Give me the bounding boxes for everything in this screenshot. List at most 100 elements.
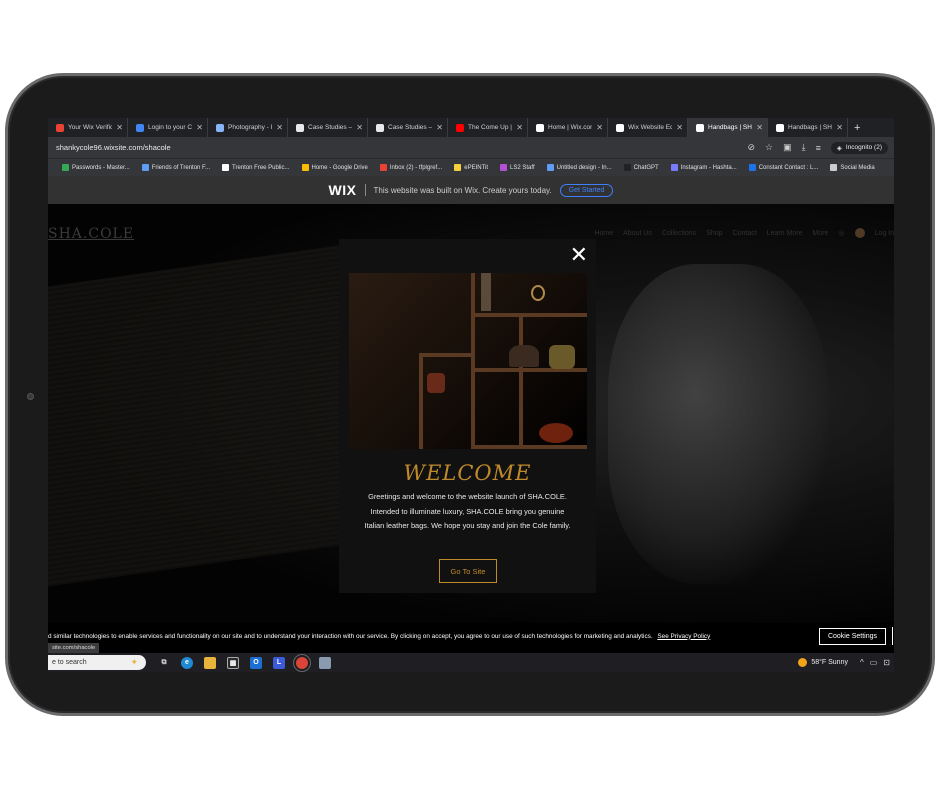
chrome-icon[interactable]	[293, 653, 311, 672]
modal-message: Greetings and welcome to the website lau…	[364, 492, 571, 530]
close-tab-icon[interactable]: ✕	[116, 123, 123, 132]
browser-tab[interactable]: The Come Up | ✕	[448, 118, 528, 137]
store-icon[interactable]: ▦	[227, 656, 239, 669]
browser-tab[interactable]: Photography - I ✕	[208, 118, 288, 137]
tab-label: Wix Website Ed	[628, 124, 673, 131]
bookmark-label: ePEINTit	[464, 164, 489, 171]
sun-icon	[798, 658, 808, 667]
taskbar-search[interactable]: e to search ✦	[48, 655, 146, 670]
bookmark-label: ChatGPT	[633, 164, 659, 171]
modal-title: WELCOME	[403, 461, 532, 485]
task-view-icon[interactable]: ⧉	[158, 657, 170, 669]
bookmark-label: Instagram - Hashta...	[680, 164, 737, 171]
screen: Your Wix Verific ✕ Login to your C ✕ Photogr…	[48, 118, 894, 672]
tab-label: Case Studies —	[308, 124, 353, 131]
bookmark-item[interactable]: Friends of Trenton F...	[141, 164, 210, 171]
download-icon[interactable]: ⤓	[802, 142, 806, 153]
close-tab-icon[interactable]: ✕	[596, 123, 603, 132]
bookmark-item[interactable]: ePEINTit	[454, 164, 488, 171]
close-tab-icon[interactable]: ✕	[676, 123, 683, 132]
cookie-settings-button[interactable]: Cookie Settings	[818, 627, 886, 645]
bookmark-item[interactable]: Inbox (2) - tfplgref...	[379, 164, 443, 171]
tab-label: Photography - I	[228, 124, 273, 131]
close-tab-icon[interactable]: ✕	[276, 123, 283, 132]
bookmark-label: Trenton Free Public...	[232, 164, 290, 171]
taskbar: e to search ✦ ⧉ e ▦ O L 58°F Sunny ^ ▭ ⊡	[48, 653, 894, 672]
browser-tab[interactable]: Your Wix Verific ✕	[48, 118, 128, 137]
dash-icon	[296, 123, 304, 132]
bookmark-item[interactable]: LS2 Staff	[500, 164, 535, 171]
wix-logo[interactable]: WIX	[329, 182, 357, 198]
bookmark-item[interactable]: Home - Google Drive	[301, 164, 368, 171]
bookmark-label: Home - Google Drive	[311, 164, 368, 171]
tab-label: Login to your C	[148, 124, 193, 131]
bookmark-label: Constant Contact : L...	[758, 164, 819, 171]
bookmark-icon	[301, 164, 309, 171]
browser-tab[interactable]: Home | Wix.com ✕	[528, 118, 608, 137]
bookmark-item[interactable]: Untitled design - In...	[546, 164, 612, 171]
edge-icon[interactable]: e	[181, 656, 193, 669]
browser-tab[interactable]: Handbags | SHA ✕	[768, 118, 848, 137]
new-tab-button[interactable]: +	[848, 122, 860, 134]
bookmarks-bar: Passwords - Master... Friends of Trenton …	[48, 158, 894, 176]
bookmark-label: Inbox (2) - tfplgref...	[389, 164, 443, 171]
bookmark-item[interactable]: Social Media	[830, 164, 875, 171]
gmail-icon	[56, 123, 64, 132]
privacy-policy-link[interactable]: See Privacy Policy	[657, 633, 710, 640]
bookmark-icon	[546, 164, 554, 171]
bookmark-item[interactable]: Instagram - Hashta...	[670, 164, 737, 171]
outlook-icon[interactable]: O	[250, 656, 262, 669]
app-l-icon[interactable]: L	[273, 656, 285, 669]
weather-widget[interactable]: 58°F Sunny	[798, 658, 848, 667]
tab-label: The Come Up |	[468, 124, 512, 131]
bookmark-item[interactable]: Constant Contact : L...	[748, 164, 819, 171]
eye-off-icon[interactable]: ⊘	[747, 142, 755, 153]
bookmark-icon	[748, 164, 756, 171]
toolbar-icons: ⊘ ☆ ▣ ⤓ ≡ ◈ Incognito (2)	[747, 141, 894, 154]
browser-tab[interactable]: Case Studies — ✕	[288, 118, 368, 137]
status-url: site.com/shacole	[48, 643, 100, 653]
close-tab-icon[interactable]: ✕	[356, 123, 363, 132]
browser-tab[interactable]: Handbags | SHA ✕	[688, 118, 768, 137]
extensions-icon[interactable]: ≡	[816, 143, 821, 153]
bookmark-item[interactable]: Trenton Free Public...	[222, 164, 290, 171]
bookmark-item[interactable]: ChatGPT	[623, 164, 659, 171]
bookmark-icon	[500, 164, 508, 171]
bookmark-icon	[379, 164, 387, 171]
browser-tab[interactable]: Wix Website Ed ✕	[608, 118, 688, 137]
star-icon[interactable]: ☆	[765, 142, 773, 153]
close-tab-icon[interactable]: ✕	[516, 123, 523, 132]
cookie-text: d similar technologies to enable service…	[48, 632, 711, 640]
display-icon[interactable]: ⊡	[883, 658, 890, 667]
tab-label: Home | Wix.com	[548, 124, 593, 131]
get-started-button[interactable]: Get Started	[559, 183, 614, 197]
address-bar: shankycole96.wixsite.com/shacole ⊘ ☆ ▣ ⤓…	[48, 137, 894, 158]
browser-tab[interactable]: Case Studies — ✕	[368, 118, 448, 137]
close-tab-icon[interactable]: ✕	[836, 123, 843, 132]
bookmark-icon	[141, 164, 149, 171]
network-icon[interactable]: ▭	[870, 658, 878, 667]
youtube-icon	[456, 123, 464, 132]
go-to-site-button[interactable]: Go To Site	[439, 559, 497, 583]
bookmark-item[interactable]: Passwords - Master...	[62, 164, 130, 171]
globe-icon	[136, 123, 144, 132]
bookmark-label: Passwords - Master...	[72, 164, 130, 171]
chevron-up-icon[interactable]: ^	[860, 658, 864, 667]
tab-bar: Your Wix Verific ✕ Login to your C ✕ Photogr…	[48, 118, 894, 137]
close-tab-icon[interactable]: ✕	[436, 123, 443, 132]
app-icon[interactable]	[319, 656, 331, 669]
accept-button-edge[interactable]	[892, 627, 893, 645]
camera-icon	[27, 393, 34, 400]
bookmark-icon	[222, 164, 230, 171]
close-tab-icon[interactable]: ✕	[196, 123, 203, 132]
file-explorer-icon[interactable]	[204, 656, 216, 669]
url-field[interactable]: shankycole96.wixsite.com/shacole	[48, 143, 747, 152]
dash-icon	[376, 123, 384, 132]
browser-tab[interactable]: Login to your C ✕	[128, 118, 208, 137]
bookmark-label: Social Media	[840, 164, 875, 171]
bookmark-icon	[454, 164, 462, 171]
close-icon[interactable]: ✕	[570, 245, 588, 267]
incognito-badge[interactable]: ◈ Incognito (2)	[830, 141, 888, 154]
close-tab-icon[interactable]: ✕	[756, 123, 763, 132]
sidepanel-icon[interactable]: ▣	[783, 142, 792, 153]
